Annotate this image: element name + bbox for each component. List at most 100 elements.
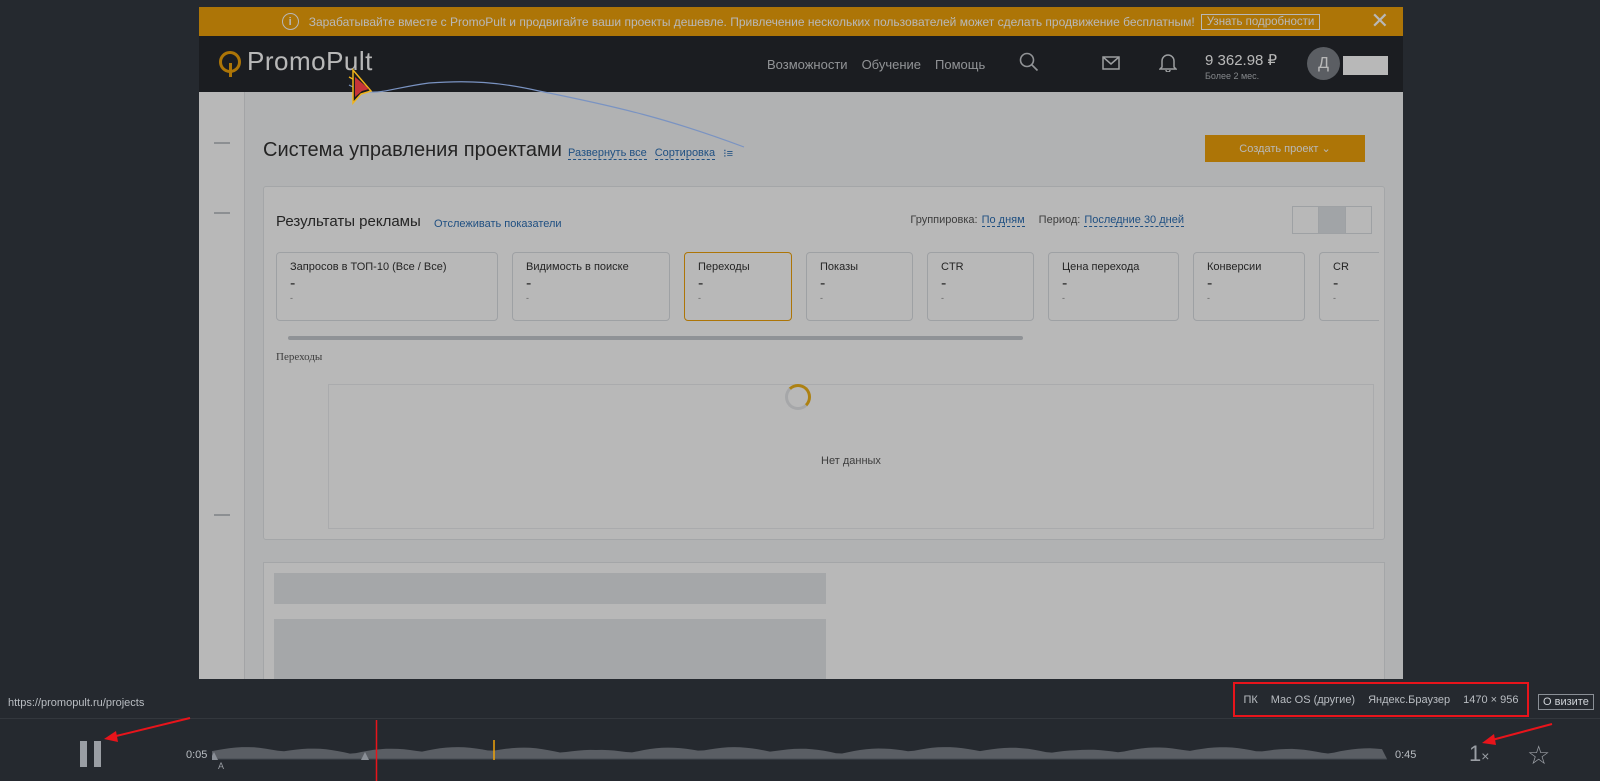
pause-icon: [80, 741, 87, 767]
metric-value: -: [698, 275, 704, 292]
view-option[interactable]: [1293, 207, 1320, 233]
nav-item-features[interactable]: Возможности: [767, 57, 848, 72]
metric-card[interactable]: Видимость в поиске - -: [512, 252, 670, 321]
total-time: 0:45: [1395, 749, 1417, 761]
skeleton-placeholder: [274, 573, 826, 604]
learn-more-button[interactable]: Узнать подробности: [1200, 13, 1321, 30]
balance-amount: 9 362.98 ₽: [1205, 52, 1278, 69]
start-marker-label: A: [218, 761, 224, 771]
period-label: Период:: [1038, 214, 1081, 226]
period-value[interactable]: Последние 30 дней: [1084, 214, 1184, 227]
metric-card[interactable]: Показы - -: [806, 252, 913, 321]
view-toggle[interactable]: [1292, 206, 1372, 234]
metric-card-active[interactable]: Переходы - -: [684, 252, 792, 321]
results-title: Результаты рекламы: [276, 213, 421, 230]
screen-resolution: 1470 × 956: [1463, 693, 1519, 706]
metric-card[interactable]: CR - -: [1319, 252, 1379, 321]
session-replay-frame: i Зарабатывайте вместе с PromoPult и про…: [199, 7, 1403, 679]
projects-list-card: [263, 562, 1385, 679]
close-icon[interactable]: ✕: [1371, 10, 1389, 32]
main-nav: Возможности Обучение Помощь: [767, 57, 985, 72]
ad-results-card: Результаты рекламы Отслеживать показател…: [263, 186, 1385, 540]
device-type: ПК: [1243, 693, 1258, 706]
metric-card[interactable]: CTR - -: [927, 252, 1034, 321]
current-time: 0:05: [186, 749, 208, 761]
pause-icon: [94, 741, 101, 767]
grouping-value[interactable]: По дням: [981, 214, 1025, 227]
logo-mark-icon: [219, 50, 241, 77]
activity-waveform: [212, 747, 1387, 759]
period-selector: Период: Последние 30 дней: [1038, 214, 1184, 227]
activity-timeline[interactable]: A: [212, 720, 1387, 781]
promopult-logo[interactable]: PromoPult: [219, 46, 373, 77]
metrics-scrollbar[interactable]: [288, 336, 1023, 340]
metric-value: -: [1333, 275, 1339, 292]
browser-name: Яндекс.Браузер: [1368, 693, 1451, 706]
sidebar-divider: [214, 514, 230, 516]
loading-spinner-icon: [785, 384, 811, 410]
metric-delta: -: [941, 293, 944, 303]
speed-suffix: ×: [1481, 748, 1490, 764]
expand-all-link[interactable]: Развернуть все: [568, 147, 647, 160]
metric-value: -: [820, 275, 826, 292]
visit-environment-info: ПК Mac OS (другие) Яндекс.Браузер 1470 ×…: [1233, 682, 1529, 717]
metric-value: -: [1207, 275, 1213, 292]
metric-value: -: [1062, 275, 1068, 292]
avatar[interactable]: Д: [1307, 47, 1340, 80]
search-icon[interactable]: [1019, 52, 1039, 77]
username-redacted: [1343, 56, 1388, 75]
playback-speed-button[interactable]: 1×: [1469, 741, 1489, 767]
grouping-selector: Группировка: По дням: [910, 214, 1025, 227]
top-navigation: PromoPult Возможности Обучение Помощь 9 …: [199, 36, 1403, 92]
metric-card[interactable]: Запросов в ТОП-10 (Все / Все) - -: [276, 252, 498, 321]
metric-delta: -: [1333, 293, 1336, 303]
metric-delta: -: [1062, 293, 1065, 303]
player-divider: [0, 718, 1600, 719]
create-project-button[interactable]: Создать проект ⌄: [1205, 135, 1365, 162]
sort-icon: ⁝≡: [723, 148, 733, 160]
metric-delta: -: [526, 293, 529, 303]
mail-icon[interactable]: [1102, 54, 1120, 75]
no-data-message: Нет данных: [821, 455, 881, 467]
account-balance[interactable]: 9 362.98 ₽ Более 2 мес.: [1205, 51, 1277, 81]
grouping-controls: Группировка: По дням Период: Последние 30 …: [910, 214, 1184, 227]
sidebar-divider: [214, 142, 230, 144]
view-option-active[interactable]: [1319, 207, 1346, 233]
metric-name: Запросов в ТОП-10 (Все / Все): [290, 261, 447, 273]
view-option[interactable]: [1346, 207, 1371, 233]
left-sidebar: [199, 92, 245, 679]
chart-label: Переходы: [276, 351, 323, 363]
metric-name: CR: [1333, 261, 1349, 273]
sidebar-divider: [214, 212, 230, 214]
main-content: Система управления проектами Развернуть …: [263, 92, 1385, 679]
balance-note: Более 2 мес.: [1205, 71, 1260, 81]
page-title-links: Развернуть все Сортировка ⁝≡: [568, 147, 733, 160]
metric-delta: -: [1207, 293, 1210, 303]
metric-card[interactable]: Цена перехода - -: [1048, 252, 1179, 321]
grouping-label: Группировка:: [910, 214, 978, 226]
info-icon: i: [281, 13, 299, 30]
logo-text: PromoPult: [247, 46, 373, 76]
pause-button[interactable]: [80, 741, 102, 767]
visit-info-button[interactable]: О визите: [1538, 694, 1594, 710]
metric-name: Конверсии: [1207, 261, 1262, 273]
metric-value: -: [290, 275, 296, 292]
metric-card[interactable]: Конверсии - -: [1193, 252, 1305, 321]
page-url: https://promopult.ru/projects: [8, 697, 145, 709]
page-title: Система управления проектами: [263, 139, 562, 161]
metric-delta: -: [290, 293, 293, 303]
sort-link[interactable]: Сортировка: [654, 147, 716, 160]
nav-item-learning[interactable]: Обучение: [862, 57, 921, 72]
speed-value: 1: [1469, 741, 1482, 766]
chart-area: Нет данных: [328, 384, 1374, 529]
nav-item-help[interactable]: Помощь: [935, 57, 985, 72]
metric-value: -: [526, 275, 532, 292]
banner-text: Зарабатывайте вместе с PromoPult и продв…: [308, 14, 1195, 29]
bell-icon[interactable]: [1158, 52, 1178, 77]
star-icon[interactable]: ☆: [1527, 740, 1550, 771]
operating-system: Mac OS (другие): [1270, 693, 1356, 706]
metric-name: Цена перехода: [1062, 261, 1140, 273]
track-metrics-link[interactable]: Отслеживать показатели: [434, 218, 562, 230]
annotation-arrow: [104, 717, 191, 742]
metric-name: Видимость в поиске: [526, 261, 629, 273]
